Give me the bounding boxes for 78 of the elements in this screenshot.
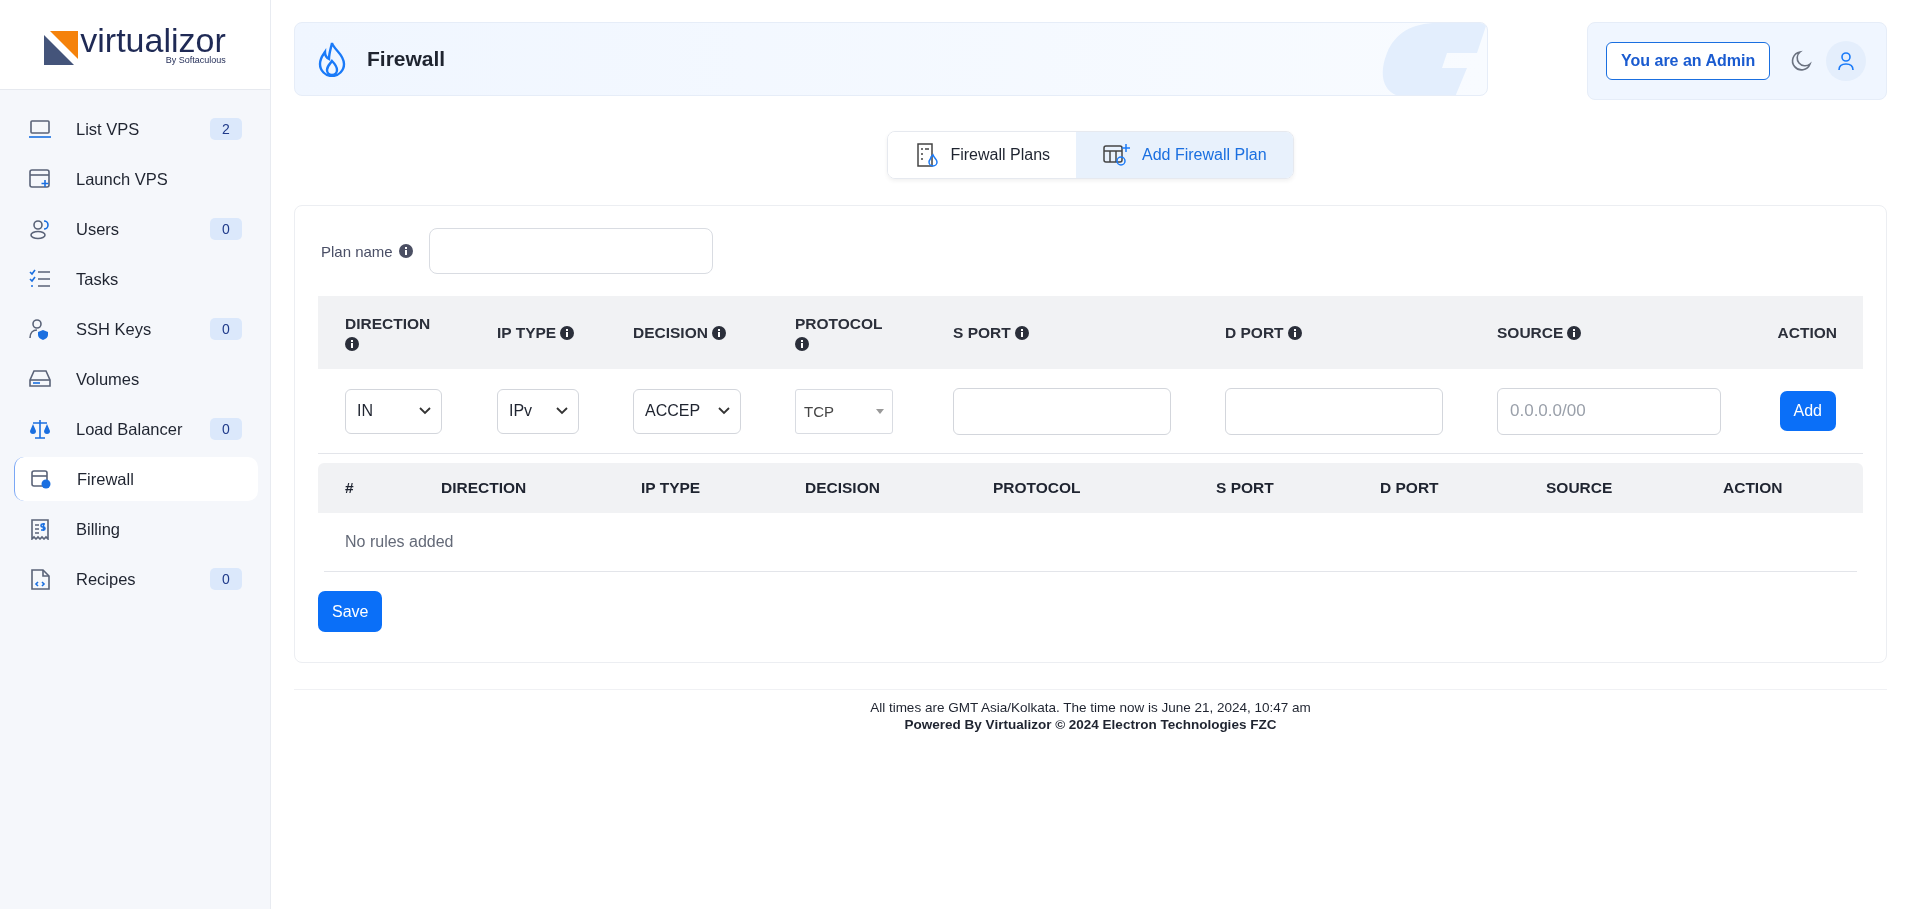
input-field[interactable]: 0.0.0.0/00 [1497,387,1721,435]
sidebar-item[interactable]: Load Balancer 0 [14,407,258,451]
sidebar-item[interactable]: Volumes [14,357,258,401]
column-header: PROTOCOL [795,314,883,333]
info-icon[interactable] [711,325,726,340]
sidebar-item[interactable]: Recipes 0 [14,557,258,601]
user-avatar[interactable] [1826,41,1867,81]
column-header: DECISION [633,323,708,342]
firewall-icon [29,468,53,490]
chevron-down-icon [556,407,568,415]
file-code-icon [28,568,52,590]
checklist-icon [28,268,52,290]
drive-icon [28,368,52,390]
column-header: SOURCE [1546,479,1614,497]
sidebar-item[interactable]: Billing [14,507,258,551]
count-badge: 0 [210,568,242,590]
users-icon [28,218,52,240]
empty-message: No rules added [345,533,454,551]
info-icon[interactable] [560,325,575,340]
count-badge: 0 [210,318,242,340]
info-icon[interactable] [1014,325,1029,340]
count-badge: 0 [210,218,242,240]
column-header: D PORT [1380,479,1440,497]
caret-icon [876,408,884,414]
field-label: Plan name [321,242,393,260]
column-header: IP TYPE [641,479,702,497]
logo-icon [44,30,79,65]
info-icon[interactable] [398,244,413,258]
info-icon[interactable] [345,336,359,351]
logo-tagline: By Softaculous [165,54,226,65]
logo-name: virtualizor [80,24,226,55]
list-flame-icon [914,142,941,168]
input-field[interactable] [1225,387,1443,435]
count-badge: 2 [210,118,242,140]
chevron-down-icon [718,407,730,415]
tab[interactable]: Firewall Plans [888,132,1077,178]
column-header: PROTOCOL [993,479,1082,497]
save-button[interactable]: Save [318,591,383,632]
input-field[interactable] [953,387,1171,435]
add-button[interactable]: Add [1779,391,1836,431]
admin-button[interactable]: You are an Admin [1606,42,1771,80]
browser-plus-icon [28,168,52,190]
copyright-text: Powered By Virtualizor © 2024 Electron Technologies FZC [904,717,1277,732]
column-header: DIRECTION [441,479,528,497]
select-field[interactable]: TCP [795,388,893,434]
column-header: SOURCE [1497,323,1564,342]
sidebar-item[interactable]: Launch VPS [14,157,258,201]
flame-icon [317,41,347,77]
column-header: DIRECTION [345,314,431,333]
column-header: IP TYPE [497,323,557,342]
column-header: S PORT [953,323,1011,342]
receipt-icon [28,518,52,540]
tab[interactable]: Add Firewall Plan [1076,132,1293,178]
scale-icon [28,418,52,440]
page-title: Firewall [367,47,446,71]
select-field[interactable]: IPv [497,388,579,434]
column-header: ACTION [1723,479,1784,497]
column-header: D PORT [1225,323,1284,342]
select-field[interactable]: ACCEP [633,388,741,434]
count-badge: 0 [210,418,242,440]
column-header: S PORT [1216,479,1275,497]
sidebar-item[interactable]: Tasks [14,257,258,301]
chevron-down-icon [419,407,431,415]
info-icon[interactable] [795,336,809,351]
column-header: ACTION [1777,323,1837,342]
column-header: DECISION [805,479,881,497]
column-header: # [345,479,355,497]
laptop-icon [28,118,52,140]
sidebar-item[interactable]: List VPS 2 [14,107,258,151]
plan-name-field[interactable] [428,228,713,274]
sidebar-item[interactable]: SSH Keys 0 [14,307,258,351]
sidebar-item[interactable]: Firewall [14,457,258,501]
grid-plus-icon [1102,142,1133,168]
info-icon[interactable] [1567,325,1582,340]
info-icon[interactable] [1287,325,1302,340]
sidebar-item[interactable]: Users 0 [14,207,258,251]
select-field[interactable]: IN [345,388,442,434]
time-note: All times are GMT Asia/Kolkata. The time now is June 21, 2024, 10:47 am [870,700,1311,715]
